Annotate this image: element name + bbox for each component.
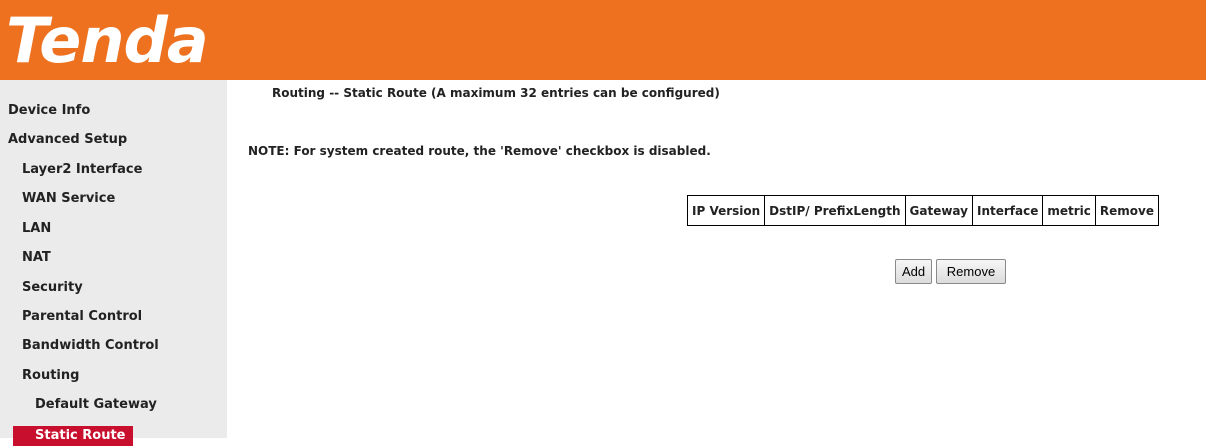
remove-button[interactable]: Remove [936, 259, 1006, 284]
route-note: NOTE: For system created route, the 'Rem… [248, 144, 711, 158]
nav-bandwidth-control[interactable]: Bandwidth Control [22, 331, 159, 360]
col-remove: Remove [1094, 195, 1159, 226]
col-ip-version: IP Version [686, 195, 766, 226]
col-dstip-prefixlength: DstIP/ PrefixLength [764, 195, 906, 226]
nav-routing[interactable]: Routing [22, 361, 79, 390]
nav-static-route[interactable]: Static Route [13, 426, 134, 446]
nav-nat[interactable]: NAT [22, 243, 51, 272]
add-button[interactable]: Add [895, 259, 932, 284]
table-header-row: IP Version DstIP/ PrefixLength Gateway I… [686, 195, 1159, 226]
nav-device-info[interactable]: Device Info [8, 96, 90, 125]
tenda-logo: Tenda [6, 4, 209, 77]
nav-lan[interactable]: LAN [22, 214, 51, 243]
nav-advanced-setup[interactable]: Advanced Setup [8, 125, 127, 154]
page-title: Routing -- Static Route (A maximum 32 en… [272, 86, 720, 100]
static-route-table: IP Version DstIP/ PrefixLength Gateway I… [686, 195, 1159, 226]
col-gateway: Gateway [904, 195, 973, 226]
col-metric: metric [1042, 195, 1096, 226]
nav-security[interactable]: Security [22, 273, 83, 302]
nav-wan-service[interactable]: WAN Service [22, 184, 115, 213]
nav-layer2-interface[interactable]: Layer2 Interface [22, 155, 142, 184]
col-interface: Interface [971, 195, 1044, 226]
sidebar-nav: Device Info Advanced Setup Layer2 Interf… [0, 80, 227, 446]
header-bar: Tenda [0, 0, 1206, 80]
nav-default-gateway[interactable]: Default Gateway [35, 390, 157, 419]
nav-parental-control[interactable]: Parental Control [22, 302, 142, 331]
